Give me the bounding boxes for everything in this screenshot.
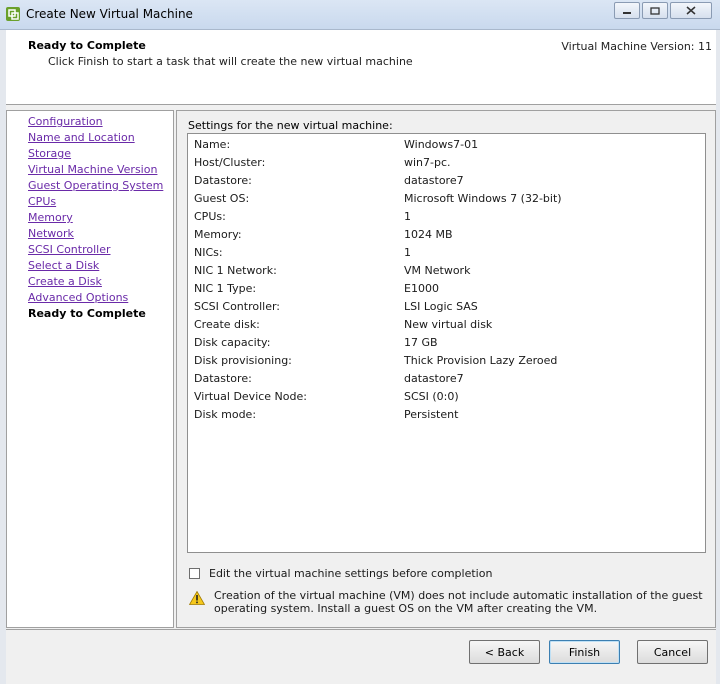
settings-key: Host/Cluster: xyxy=(194,156,266,169)
step-scsi-controller[interactable]: SCSI Controller xyxy=(28,243,111,256)
close-button[interactable] xyxy=(670,2,712,19)
settings-key: NIC 1 Network: xyxy=(194,264,277,277)
page-subtitle: Click Finish to start a task that will c… xyxy=(48,55,413,68)
wizard-header: Ready to Complete Click Finish to start … xyxy=(6,30,716,105)
edit-settings-checkbox[interactable] xyxy=(189,567,200,579)
edit-settings-checkbox-label[interactable]: Edit the virtual machine settings before… xyxy=(209,567,492,580)
settings-summary-list[interactable]: Name: Windows7-01 Host/Cluster: win7-pc. D… xyxy=(187,133,706,553)
settings-key: Datastore: xyxy=(194,174,252,187)
settings-label: Settings for the new virtual machine: xyxy=(188,119,393,132)
window-controls xyxy=(612,2,712,21)
wizard-steps-sidebar: Configuration Name and Location Storage … xyxy=(6,110,174,628)
settings-value: LSI Logic SAS xyxy=(404,300,478,313)
step-network[interactable]: Network xyxy=(28,227,74,240)
settings-key: Datastore: xyxy=(194,372,252,385)
cancel-button[interactable]: Cancel xyxy=(637,640,708,664)
step-memory[interactable]: Memory xyxy=(28,211,73,224)
wizard-content: Settings for the new virtual machine: Na… xyxy=(176,110,716,628)
step-guest-operating-system[interactable]: Guest Operating System xyxy=(28,179,163,192)
back-button[interactable]: < Back xyxy=(469,640,540,664)
settings-value: SCSI (0:0) xyxy=(404,390,459,403)
close-icon xyxy=(686,6,696,15)
settings-value: datastore7 xyxy=(404,372,464,385)
window-title: Create New Virtual Machine xyxy=(26,7,193,21)
settings-value: Persistent xyxy=(404,408,459,421)
finish-button[interactable]: Finish xyxy=(549,640,620,664)
maximize-button[interactable] xyxy=(642,2,668,19)
settings-value: E1000 xyxy=(404,282,439,295)
footer-divider xyxy=(6,629,716,630)
settings-value: win7-pc. xyxy=(404,156,451,169)
settings-key: Virtual Device Node: xyxy=(194,390,307,403)
settings-key: Disk capacity: xyxy=(194,336,271,349)
minimize-icon xyxy=(623,11,631,14)
step-select-a-disk[interactable]: Select a Disk xyxy=(28,259,99,272)
settings-value: Microsoft Windows 7 (32-bit) xyxy=(404,192,562,205)
minimize-button[interactable] xyxy=(614,2,640,19)
settings-key: Memory: xyxy=(194,228,242,241)
settings-key: Disk mode: xyxy=(194,408,257,421)
settings-key: Guest OS: xyxy=(194,192,250,205)
step-virtual-machine-version[interactable]: Virtual Machine Version xyxy=(28,163,157,176)
step-name-and-location[interactable]: Name and Location xyxy=(28,131,135,144)
settings-value: Thick Provision Lazy Zeroed xyxy=(404,354,558,367)
maximize-icon xyxy=(650,6,660,15)
page-title: Ready to Complete xyxy=(28,39,146,52)
settings-key: Create disk: xyxy=(194,318,260,331)
vsphere-app-icon xyxy=(6,7,20,21)
settings-value: New virtual disk xyxy=(404,318,493,331)
settings-key: Name: xyxy=(194,138,231,151)
window-right-border xyxy=(716,30,720,684)
warning-icon xyxy=(189,591,205,605)
settings-key: SCSI Controller: xyxy=(194,300,281,313)
step-ready-to-complete: Ready to Complete xyxy=(28,307,146,320)
step-create-a-disk[interactable]: Create a Disk xyxy=(28,275,102,288)
title-bar[interactable]: Create New Virtual Machine xyxy=(0,0,720,30)
warning-text: Creation of the virtual machine (VM) doe… xyxy=(214,589,703,615)
settings-key: NICs: xyxy=(194,246,223,259)
settings-value: 1024 MB xyxy=(404,228,453,241)
settings-value: VM Network xyxy=(404,264,471,277)
step-cpus[interactable]: CPUs xyxy=(28,195,56,208)
settings-value: 1 xyxy=(404,210,411,223)
settings-key: CPUs: xyxy=(194,210,226,223)
vm-version-label: Virtual Machine Version: 11 xyxy=(561,40,712,53)
wizard-steps-list: Configuration Name and Location Storage … xyxy=(28,114,163,322)
step-configuration[interactable]: Configuration xyxy=(28,115,103,128)
settings-value: 17 GB xyxy=(404,336,438,349)
step-storage[interactable]: Storage xyxy=(28,147,71,160)
settings-value: Windows7-01 xyxy=(404,138,479,151)
step-advanced-options[interactable]: Advanced Options xyxy=(28,291,128,304)
settings-key: Disk provisioning: xyxy=(194,354,292,367)
settings-value: datastore7 xyxy=(404,174,464,187)
edit-settings-option[interactable]: Edit the virtual machine settings before… xyxy=(189,566,492,580)
settings-key: NIC 1 Type: xyxy=(194,282,257,295)
settings-value: 1 xyxy=(404,246,411,259)
